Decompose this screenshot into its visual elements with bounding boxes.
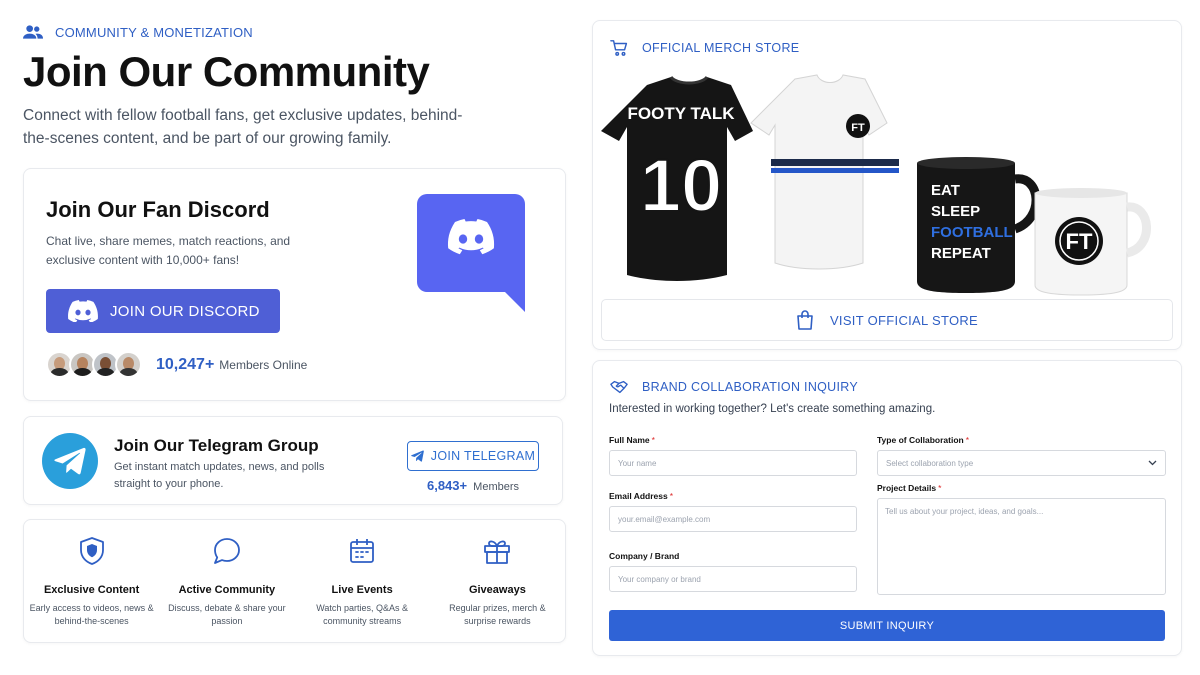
project-details-textarea[interactable]: Tell us about your project, ideas, and g…	[877, 498, 1166, 595]
join-telegram-button[interactable]: JOIN TELEGRAM	[407, 441, 539, 471]
join-discord-label: JOIN OUR DISCORD	[110, 302, 260, 320]
discord-icon	[68, 300, 98, 322]
merch-heading-text: OFFICIAL MERCH STORE	[642, 41, 800, 55]
telegram-members-label: Members	[473, 481, 520, 493]
company-label-text: Company / Brand	[609, 551, 680, 561]
collab-type-label: Type of Collaboration *	[877, 435, 969, 445]
collaboration-card: BRAND COLLABORATION INQUIRY Interested i…	[592, 360, 1182, 656]
users-icon	[23, 25, 43, 39]
join-discord-button[interactable]: JOIN OUR DISCORD	[46, 289, 280, 333]
collab-heading-text: BRAND COLLABORATION INQUIRY	[642, 380, 859, 394]
feature-description: Watch parties, Q&As & community streams	[316, 603, 408, 626]
project-details-label-text: Project Details	[877, 483, 937, 493]
feature-title: Exclusive Content	[43, 584, 140, 596]
feature-title: Giveaways	[468, 584, 526, 596]
discord-members-count: 10,247+	[156, 355, 215, 373]
submit-inquiry-label: SUBMIT INQUIRY	[839, 619, 935, 632]
company-placeholder: Your company or brand	[618, 574, 701, 584]
discord-card: Join Our Fan Discord Chat live, share me…	[23, 168, 566, 401]
feature-title: Live Events	[331, 584, 393, 596]
black-jersey: FOOTY TALK 10	[601, 75, 753, 281]
required-mark: *	[651, 435, 655, 445]
visit-store-button[interactable]: VISIT OFFICIAL STORE	[601, 299, 1173, 341]
mug-line: EAT	[931, 182, 960, 199]
feature-live-events: Live Events Watch parties, Q&As & commun…	[295, 520, 430, 642]
mug-logo-text: FT	[1066, 229, 1093, 254]
telegram-members-count: 6,843+	[426, 478, 468, 493]
avatar	[115, 351, 142, 378]
collab-heading: BRAND COLLABORATION INQUIRY	[610, 378, 858, 396]
feature-description: Discuss, debate & share your passion	[168, 603, 286, 626]
collab-type-select[interactable]: Select collaboration type	[877, 450, 1166, 476]
full-name-label-text: Full Name	[609, 435, 650, 445]
telegram-description: Get instant match updates, news, and pol…	[114, 461, 325, 490]
feature-exclusive-content: Exclusive Content Early access to videos…	[24, 520, 159, 642]
telegram-card: Join Our Telegram Group Get instant matc…	[23, 416, 563, 505]
project-details-label: Project Details *	[877, 483, 941, 493]
email-input[interactable]: your.email@example.com	[609, 506, 857, 532]
full-name-label: Full Name *	[609, 435, 655, 445]
discord-members-label: Members Online	[219, 357, 308, 372]
jersey-number: 10	[640, 144, 722, 227]
visit-store-label: VISIT OFFICIAL STORE	[829, 312, 979, 328]
black-mug: EAT SLEEP FOOTBALL REPEAT	[917, 157, 1041, 293]
gift-icon	[484, 540, 511, 564]
discord-members-row: 10,247+ Members Online	[46, 351, 307, 378]
email-label-text: Email Address	[609, 491, 668, 501]
full-name-placeholder: Your name	[618, 458, 657, 468]
white-jersey: FT	[750, 74, 899, 270]
send-icon	[410, 450, 424, 462]
submit-inquiry-button[interactable]: SUBMIT INQUIRY	[609, 610, 1165, 641]
mug-line: FOOTBALL	[931, 224, 1013, 241]
project-details-placeholder: Tell us about your project, ideas, and g…	[885, 507, 1044, 516]
features-row: Exclusive Content Early access to videos…	[23, 519, 566, 643]
collab-type-label-text: Type of Collaboration	[877, 435, 964, 445]
mug-line: REPEAT	[931, 245, 991, 262]
merch-products-image: FOOTY TALK 10 FT EAT SLEEP FOOTBALL REPE…	[601, 74, 1151, 296]
cart-icon	[610, 40, 628, 56]
company-input[interactable]: Your company or brand	[609, 566, 857, 592]
telegram-logo-icon	[42, 433, 98, 489]
mug-line: SLEEP	[931, 203, 980, 220]
feature-description: Early access to videos, news & behind-th…	[29, 603, 154, 626]
discord-description: Chat live, share memes, match reactions,…	[46, 234, 291, 267]
feature-giveaways: Giveaways Regular prizes, merch & surpri…	[430, 520, 565, 642]
company-label: Company / Brand	[609, 551, 679, 561]
page-subtitle: Connect with fellow football fans, get e…	[23, 107, 463, 147]
jersey-text: FOOTY TALK	[627, 104, 735, 123]
shopping-bag-icon	[797, 310, 813, 330]
chevron-down-icon	[1148, 460, 1157, 466]
required-mark: *	[965, 435, 970, 445]
telegram-members: 6,843+ Members	[407, 478, 539, 493]
full-name-input[interactable]: Your name	[609, 450, 857, 476]
telegram-title: Join Our Telegram Group	[114, 436, 319, 455]
section-eyebrow: COMMUNITY & MONETIZATION	[23, 22, 253, 42]
required-mark: *	[669, 491, 674, 501]
merch-heading: OFFICIAL MERCH STORE	[610, 39, 799, 57]
feature-title: Active Community	[178, 584, 276, 596]
email-placeholder: your.email@example.com	[618, 514, 711, 524]
feature-active-community: Active Community Discuss, debate & share…	[159, 520, 294, 642]
discord-logo-icon	[417, 194, 525, 312]
member-avatars	[46, 351, 142, 378]
collab-type-placeholder: Select collaboration type	[886, 458, 974, 468]
calendar-icon	[350, 539, 375, 563]
white-mug: FT	[1034, 188, 1151, 296]
required-mark: *	[938, 483, 942, 493]
email-label: Email Address *	[609, 491, 673, 501]
discord-title: Join Our Fan Discord	[46, 197, 270, 222]
jersey-logo-text: FT	[851, 122, 865, 134]
chat-bubble-icon	[213, 538, 240, 564]
page-title: Join Our Community	[23, 48, 430, 95]
collab-intro: Interested in working together? Let's cr…	[609, 403, 936, 415]
merch-store-card: OFFICIAL MERCH STORE FOOTY TALK 10 FT EA…	[592, 20, 1182, 350]
shield-icon	[79, 537, 104, 565]
handshake-icon	[610, 380, 628, 394]
eyebrow-text: COMMUNITY & MONETIZATION	[55, 24, 253, 40]
feature-description: Regular prizes, merch & surprise rewards	[449, 603, 546, 626]
join-telegram-label: JOIN TELEGRAM	[430, 449, 536, 463]
